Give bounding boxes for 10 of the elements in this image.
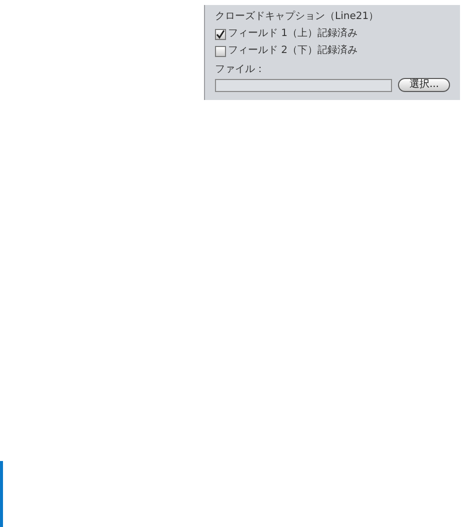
section-title: クローズドキャプション（Line21） (215, 11, 380, 23)
checkbox[interactable] (215, 46, 226, 56)
file-field[interactable] (215, 78, 392, 92)
field-label: ファイル： (215, 64, 266, 76)
option-label: フィールド 2（下）記録済み (228, 45, 358, 57)
option-label: フィールド 1（上）記録済み (228, 28, 358, 40)
accent-bar (0, 461, 3, 527)
checkbox[interactable] (215, 28, 226, 40)
checkmark-icon (216, 30, 225, 38)
choose-button[interactable]: 選択... (398, 78, 450, 92)
